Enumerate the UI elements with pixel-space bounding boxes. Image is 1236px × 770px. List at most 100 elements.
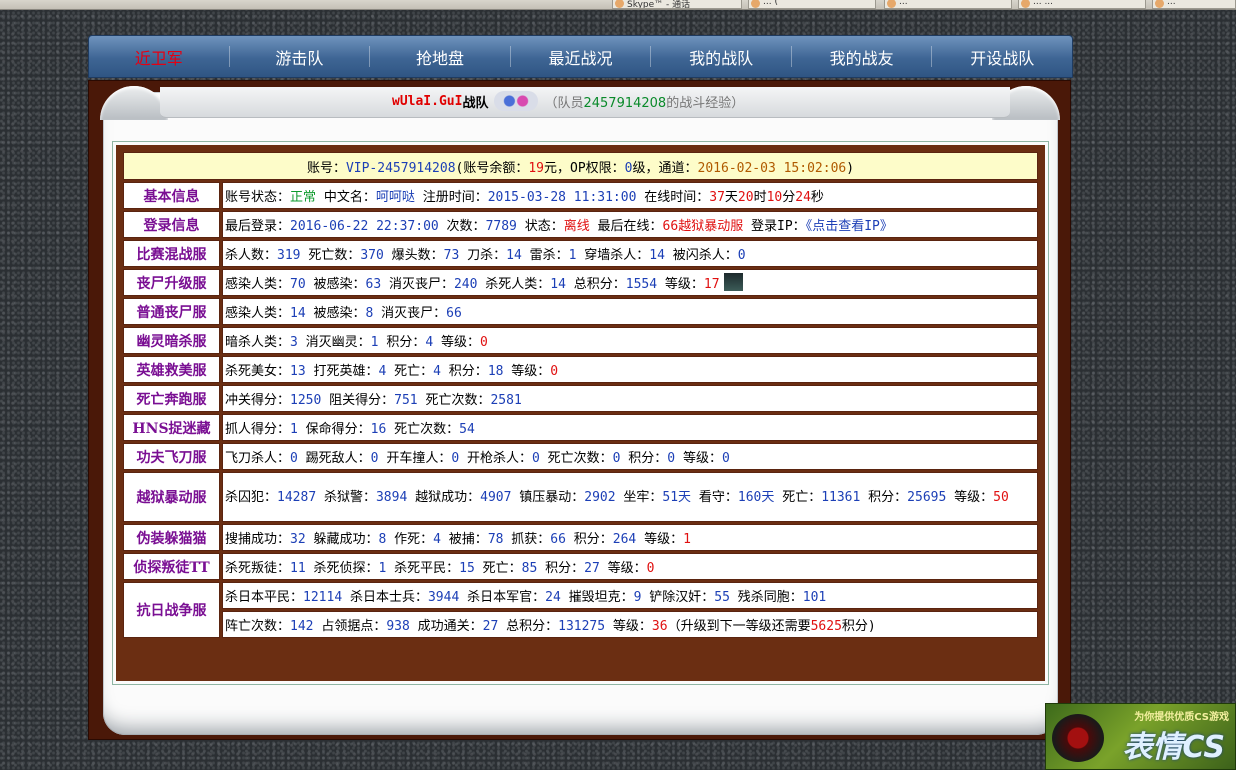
stat-label: 爆头数： [383,248,444,263]
stats-cell: 最后登录：2016-06-22 22:37:00 次数：7789 状态：离线 最… [222,211,1038,238]
view-ip-link[interactable]: 《点击查看IP》 [806,219,893,234]
stat-label: 成功通关： [409,619,483,634]
stat-value: 20 [737,190,754,205]
category-label: HNS捉迷藏 [123,414,220,441]
stats-row: 功夫飞刀服 飞刀杀人：0 踢死敌人：0 开车撞人：0 开枪杀人：0 死亡次数：0 … [123,443,1038,470]
stat-value: 4 [425,335,434,350]
op-unit: 级，通道： [632,160,698,176]
nav-item-2[interactable]: 游击队 [230,36,370,77]
stats-cell: 搜捕成功：32 躲藏成功：8 作死：4 被捕：78 抓获：66 积分：264 等… [222,524,1038,551]
stat-label: 等级： [605,619,652,634]
stats-row: HNS捉迷藏 抓人得分：1 保命得分：16 死亡次数：54 [123,414,1038,441]
nav-item-5[interactable]: 我的战队 [651,36,791,77]
taskbar-item[interactable]: Skype™ - 通话 [612,0,742,9]
stat-value: 63 [365,277,382,292]
stat-value: 3944 [427,590,460,605]
stat-label: 等级： [636,532,684,547]
stat-value: 3 [290,335,298,350]
stats-row: 越狱暴动服 杀囚犯：14287 杀狱警：3894 越狱成功：4907 镇压暴动：2… [123,472,1038,522]
taskbar-item[interactable]: ... [1152,0,1236,9]
stat-value: 85 [521,561,538,576]
stat-label: 杀死美女： [225,364,291,379]
stat-label: 时 [753,190,767,205]
team-label: 战队 [462,95,489,111]
stat-label: 死亡： [774,489,822,505]
category-label: 丧尸升级服 [123,269,220,296]
stat-label: 杀人数： [225,248,278,263]
stats-table-wrap: 账号：VIP-2457914208(账号余额：19元，OP权限：0级，通道：20… [116,145,1045,681]
stat-value: 66 [446,306,462,321]
taskbar-item-label: Skype™ - 通话 [627,0,691,9]
taskbar-item-label: ... ... [1033,0,1054,7]
stat-value: 12114 [303,590,343,605]
stat-label: 摧毁坦克： [560,590,634,605]
stat-value: 1 [290,422,298,437]
stat-label: 次数： [438,219,486,234]
stat-value: 11 [290,561,306,576]
stat-value: 131275 [558,619,606,634]
stats-row: 抗日战争服 杀日本平民：12114 杀日本士兵：3944 杀日本军官：24 摧毁坦… [123,582,1038,638]
stat-value: 70 [290,277,306,292]
stat-label: （升级到下一等级还需要 [667,619,811,634]
stat-label: 积分： [860,489,908,505]
stat-value: 37 [709,190,725,205]
stat-value: 55 [714,590,730,605]
stat-value: 51天 [662,489,692,505]
stat-label: 等级： [657,277,704,292]
stat-label: 杀死侦探： [305,561,379,576]
stat-value: 离线 [563,219,590,234]
stats-row: 侦探叛徒TT 杀死叛徒：11 杀死侦探：1 杀死平民：15 死亡：85 积分：27… [123,553,1038,580]
stat-value: 27 [584,561,600,576]
stat-label: 被捕： [440,532,488,547]
stat-value: 2902 [584,489,616,505]
stat-value: 25695 [907,489,947,505]
nav-item-3[interactable]: 抢地盘 [370,36,510,77]
category-label: 抗日战争服 [123,582,220,638]
category-label: 死亡奔跑服 [123,385,220,412]
team-avatar-icon [494,91,539,111]
balance-value: 19 [528,160,545,176]
stat-label: 账号状态： [225,190,291,205]
stat-label: 穿墙杀人： [576,248,650,263]
stat-value: 73 [443,248,460,263]
stat-value: 319 [277,248,301,263]
nav-item-4[interactable]: 最近战况 [511,36,651,77]
stat-label: 积分) [841,619,876,634]
watermark-brand: 表情CS [1122,730,1225,765]
stat-label: 开车撞人： [378,451,452,466]
stats-row: 幽灵暗杀服 暗杀人类：3 消灭幽灵：1 积分：4 等级：0 [123,327,1038,354]
stat-label: 等级： [599,561,647,576]
watermark-emblem-icon [1052,714,1104,762]
stat-value: 14287 [277,489,317,505]
stat-label: 感染人类： [225,306,291,321]
taskbar-item[interactable]: ... ( [748,0,876,9]
stat-value: 0 [370,451,379,466]
stat-label: 踢死敌人： [297,451,371,466]
taskbar-item[interactable]: ... ... [1018,0,1146,9]
account-close: ) [846,160,855,176]
stat-value: 2015-03-28 11:31:00 [487,190,637,205]
stat-label: 阻关得分： [321,393,395,408]
stat-label: 作死： [386,532,434,547]
stat-value: 16 [370,422,387,437]
nav-item-1[interactable]: 近卫军 [89,36,229,77]
stat-value: 101 [802,590,827,605]
account-prefix: 账号： [306,160,346,176]
stat-value: 32 [290,532,306,547]
stats-row: 基本信息 账号状态：正常 中文名：呵呵哒 注册时间：2015-03-28 11:3… [123,182,1038,209]
stats-cell: 杀死美女：13 打死英雄：4 死亡：4 积分：18 等级：0 [222,356,1038,383]
stats-cell: 杀人数：319 死亡数：370 爆头数：73 刀杀：14 雷杀：1 穿墙杀人：1… [222,240,1038,267]
stat-value: 938 [386,619,410,634]
stat-value: 160天 [737,489,775,505]
stats-row: 登录信息 最后登录：2016-06-22 22:37:00 次数：7789 状态：… [123,211,1038,238]
app-icon [751,0,760,8]
taskbar-item[interactable]: ... [884,0,1012,9]
stat-label: 残杀同胞： [729,590,803,605]
stat-label: 铲除汉奸： [641,590,715,605]
stat-label: 镇压暴动： [511,489,585,505]
stats-cell: 感染人类：70 被感染：63 消灭丧尸：240 杀死人类：14 总积分：1554… [222,269,1038,296]
nav-item-7[interactable]: 开设战队 [932,36,1072,77]
stat-value: 14 [290,306,306,321]
nav-item-6[interactable]: 我的战友 [792,36,932,77]
stat-label: 阵亡次数： [225,619,291,634]
